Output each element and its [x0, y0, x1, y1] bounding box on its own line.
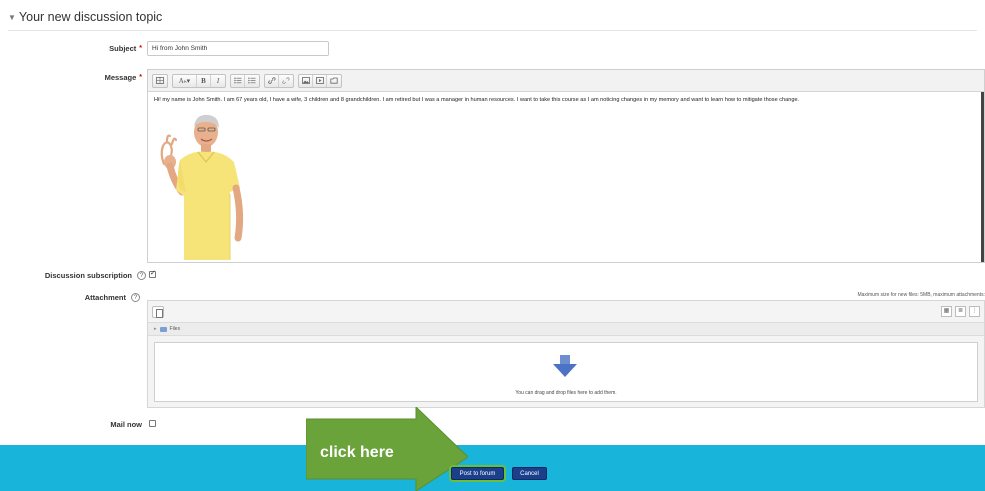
toolbar-group-format: Aₕ▾ B I [172, 73, 226, 88]
list-view-icon[interactable]: ≣ [955, 306, 966, 317]
toolbar-group-media [298, 73, 342, 88]
toolbar-group-lists [230, 73, 260, 88]
subscription-label-text: Discussion subscription [44, 270, 132, 280]
editor-scrollbar[interactable] [981, 92, 984, 262]
media-icon[interactable] [313, 74, 327, 87]
path-arrow-icon: ▸ [154, 326, 157, 332]
help-icon[interactable]: ? [137, 270, 146, 280]
file-manager-toolbar: ▦ ≣ ⋮ [148, 301, 984, 322]
add-file-icon[interactable] [152, 305, 164, 318]
attachment-limits-note: Maximum size for new files: 5MB, maximum… [857, 292, 985, 298]
form-legend[interactable]: ▼ Your new discussion topic [8, 10, 162, 24]
manage-files-icon[interactable] [327, 75, 341, 87]
bold-icon[interactable]: B [197, 74, 211, 87]
post-to-forum-button[interactable]: Post to forum [451, 467, 504, 480]
subject-label-text: Subject [109, 43, 137, 53]
unordered-list-icon[interactable] [231, 74, 245, 87]
message-body[interactable]: Hi! my name is John Smith. I am 67 years… [148, 92, 984, 262]
profile-photo [160, 114, 244, 260]
path-label[interactable]: Files [170, 326, 181, 332]
file-manager: ▦ ≣ ⋮ ▸ Files You can drag and drop file… [147, 300, 985, 408]
image-icon[interactable] [299, 74, 313, 87]
toolbar-group-links [264, 73, 294, 88]
ordered-list-icon[interactable] [245, 75, 259, 87]
view-switcher: ▦ ≣ ⋮ [941, 306, 980, 317]
icon-view-icon[interactable]: ▦ [941, 306, 952, 317]
cancel-button[interactable]: Cancel [512, 467, 547, 480]
table-icon[interactable] [153, 75, 167, 87]
subject-label: Subject * [60, 43, 142, 53]
download-arrow-icon [553, 355, 577, 377]
unlink-icon[interactable] [279, 75, 293, 87]
font-icon[interactable]: Aₕ▾ [173, 74, 197, 87]
mail-now-checkbox[interactable] [149, 420, 156, 427]
italic-icon[interactable]: I [211, 75, 225, 87]
toolbar-group-table [152, 73, 168, 88]
folder-icon [159, 326, 167, 332]
help-icon[interactable]: ? [131, 292, 140, 302]
legend-divider [8, 30, 977, 31]
message-label-text: Message [104, 72, 137, 82]
subject-input[interactable] [147, 41, 329, 56]
tree-view-icon[interactable]: ⋮ [969, 306, 980, 317]
message-text: Hi! my name is John Smith. I am 67 years… [154, 97, 800, 103]
attachment-label: Attachment? [40, 292, 140, 302]
message-label: Message * [60, 72, 142, 82]
form-legend-text: Your new discussion topic [18, 10, 163, 24]
required-mark: * [139, 44, 142, 52]
file-drop-zone[interactable]: You can drag and drop files here to add … [154, 342, 978, 402]
required-mark: * [139, 73, 142, 81]
mail-now-label: Mail now [110, 419, 142, 429]
file-path-bar: ▸ Files [148, 322, 984, 336]
collapse-caret-icon[interactable]: ▼ [8, 13, 16, 22]
link-icon[interactable] [265, 74, 279, 87]
subscription-checkbox[interactable] [149, 269, 156, 278]
subscription-label: Discussion subscription? [20, 270, 146, 280]
message-editor[interactable]: Aₕ▾ B I Hi! my name is John Smith. I am … [147, 69, 985, 263]
attachment-label-text: Attachment [84, 292, 126, 302]
callout-text: click here [320, 444, 394, 461]
editor-toolbar: Aₕ▾ B I [148, 70, 984, 92]
drop-zone-text: You can drag and drop files here to add … [515, 390, 617, 396]
